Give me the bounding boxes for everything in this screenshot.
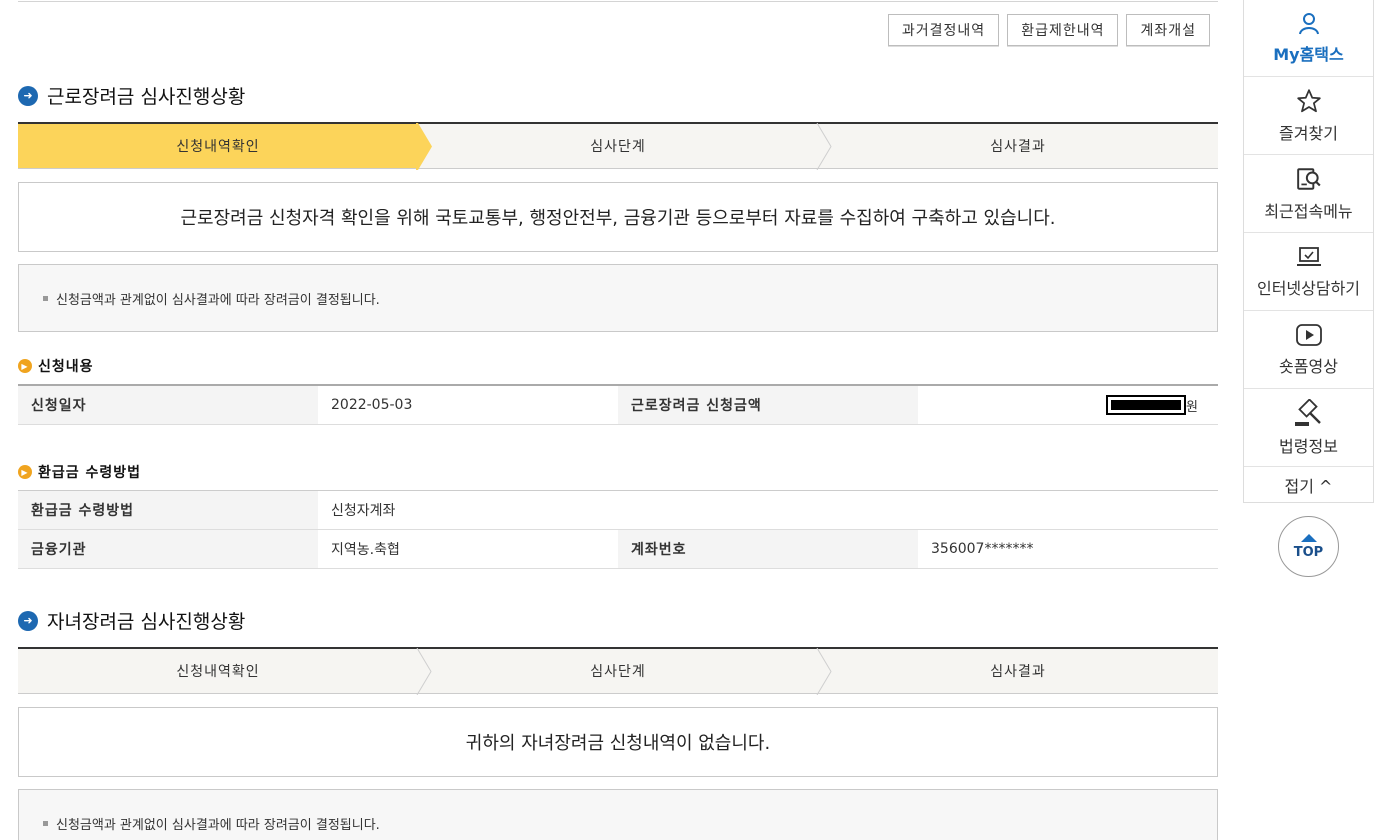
section2-steps: 신청내역확인 심사단계 심사결과 (18, 647, 1218, 695)
redacted-amount (1106, 395, 1187, 415)
section2-title: ➜ 자녀장려금 심사진행상황 (18, 607, 245, 634)
gavel-icon (1294, 398, 1321, 426)
table-row: 금융기관 지역농.축협 계좌번호 356007******* (18, 530, 1218, 569)
section1-message: 근로장려금 신청자격 확인을 위해 국토교통부, 행정안전부, 금융기관 등으로… (18, 182, 1218, 252)
sidebar-item-law-info[interactable]: 법령정보 (1244, 389, 1373, 467)
refund-title: ▶ 환급금 수령방법 (18, 462, 141, 482)
application-title: ▶ 신청내용 (18, 356, 94, 376)
arrow-circle-icon: ➜ (18, 85, 38, 106)
scroll-top-button[interactable]: TOP (1278, 516, 1339, 577)
fold-button[interactable]: 접기 ^ (1244, 467, 1373, 502)
chevron-circle-icon: ▶ (18, 465, 32, 479)
sidebar-item-recent-menu[interactable]: 최근접속메뉴 (1244, 155, 1373, 233)
refund-table: 환급금 수령방법 신청자계좌 금융기관 지역농.축협 계좌번호 356007**… (18, 490, 1218, 569)
bullet-icon (43, 295, 48, 301)
section2-message: 귀하의 자녀장려금 신청내역이 없습니다. (18, 707, 1218, 777)
recent-search-icon (1296, 167, 1321, 190)
star-icon (1296, 88, 1321, 112)
quick-menu-sidebar: My홈택스 즐겨찾기 최근접속메뉴 인터넷상담하기 숏폼영상 법령정보 접기 ^ (1243, 0, 1374, 503)
refund-limit-button[interactable]: 환급제한내역 (1007, 14, 1119, 46)
step-review: 심사단계 (418, 123, 832, 170)
sidebar-item-internet-consult[interactable]: 인터넷상담하기 (1244, 233, 1373, 311)
sidebar-item-short-video[interactable]: 숏폼영상 (1244, 311, 1373, 389)
laptop-check-icon (1296, 246, 1321, 266)
person-icon (1298, 12, 1319, 34)
sidebar-item-my-hometax[interactable]: My홈택스 (1244, 0, 1373, 77)
top-button-row: 과거결정내역 환급제한내역 계좌개설 (887, 14, 1210, 46)
up-arrow-icon (1300, 533, 1317, 542)
application-date: 2022-05-03 (331, 397, 413, 413)
section1-note: 신청금액과 관계없이 심사결과에 따라 장려금이 결정됩니다. (18, 264, 1218, 332)
step-result: 심사결과 (990, 664, 1046, 680)
application-amount: 원 (918, 386, 1218, 424)
past-decision-button[interactable]: 과거결정내역 (887, 14, 1000, 46)
step-application-check: 신청내역확인 (18, 123, 432, 170)
refund-method: 신청자계좌 (331, 503, 396, 519)
step-application-check: 신청내역확인 (18, 648, 432, 695)
bank-name: 지역농.축협 (331, 542, 400, 558)
chevron-circle-icon: ▶ (18, 359, 32, 373)
play-icon (1295, 323, 1322, 346)
bullet-icon (43, 820, 48, 826)
open-account-button[interactable]: 계좌개설 (1126, 14, 1210, 46)
sidebar-item-favorites[interactable]: 즐겨찾기 (1244, 77, 1373, 155)
section2-note: 신청금액과 관계없이 심사결과에 따라 장려금이 결정됩니다. (18, 789, 1218, 840)
section1-steps: 신청내역확인 심사단계 심사결과 (18, 122, 1218, 170)
account-number: 356007******* (931, 541, 1034, 557)
arrow-circle-icon: ➜ (18, 610, 38, 631)
application-table: 신청일자 2022-05-03 근로장려금 신청금액 원 (18, 384, 1218, 425)
step-review: 심사단계 (418, 648, 832, 695)
table-row: 신청일자 2022-05-03 근로장려금 신청금액 원 (18, 386, 1218, 425)
top-divider (18, 0, 1218, 2)
section1-title: ➜ 근로장려금 심사진행상황 (18, 82, 245, 109)
table-row: 환급금 수령방법 신청자계좌 (18, 491, 1218, 530)
step-result: 심사결과 (990, 139, 1046, 155)
